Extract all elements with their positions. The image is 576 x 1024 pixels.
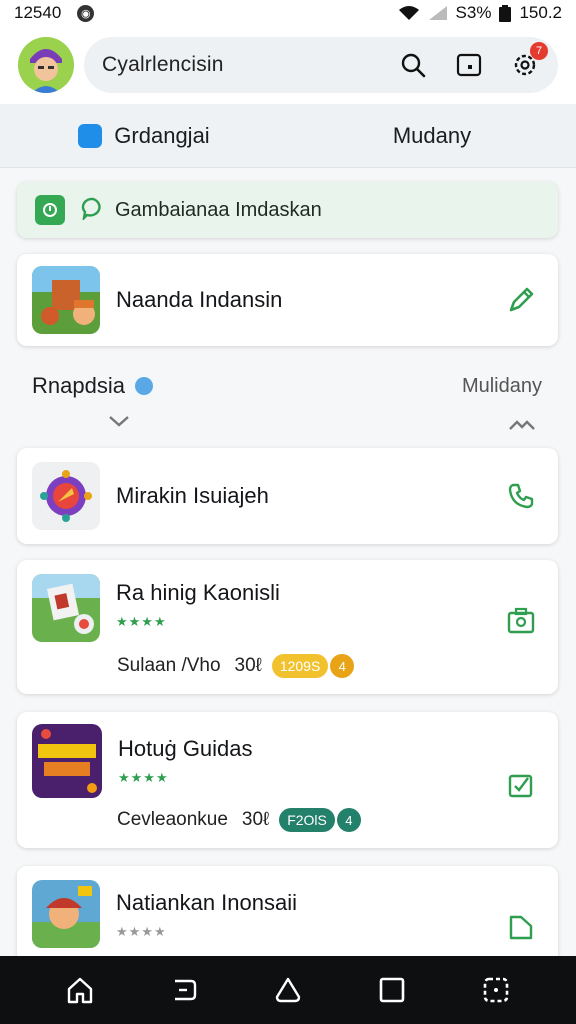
- cast-icon: [456, 53, 482, 77]
- shape-icon: [275, 977, 301, 1003]
- chevron-up-icon[interactable]: [508, 418, 536, 432]
- document-button[interactable]: [504, 910, 538, 944]
- battery-percent: S3%: [455, 3, 492, 22]
- call-button[interactable]: [504, 479, 538, 513]
- battery-icon: [499, 4, 512, 22]
- item-meta: Sulaan /Vho 30ℓ 1209S 4: [117, 654, 355, 678]
- item-title: Ra hinig Kaonisli: [116, 580, 280, 605]
- rating-stars: ★★★★: [116, 614, 167, 629]
- info-icon[interactable]: [134, 377, 153, 395]
- edit-check-icon: [508, 774, 533, 798]
- search-button[interactable]: [396, 48, 430, 82]
- status-clock-right: 150.2: [519, 3, 562, 22]
- chat-bubble-icon: [78, 123, 103, 148]
- document-icon: [509, 915, 533, 940]
- grid-icon: [483, 977, 509, 1003]
- section-header: Rnapdsia Mulidany: [32, 366, 542, 406]
- list-item[interactable]: Hotuġ Guidas ★★★★ Cevleaonkue 30ℓ F2OlS …: [17, 712, 558, 848]
- tab-mudany[interactable]: Mudany: [288, 104, 576, 167]
- search-icon: [401, 53, 426, 78]
- camera-button[interactable]: [504, 604, 538, 638]
- cast-button[interactable]: [452, 48, 486, 82]
- avatar[interactable]: [18, 37, 74, 93]
- signal-icon: [428, 6, 447, 20]
- search-bar[interactable]: Cyalrlencisin 7: [84, 37, 558, 93]
- home-icon: [67, 977, 93, 1004]
- banner-text: Gambaianaa Imdaskan: [115, 198, 322, 221]
- system-navigation-bar: [0, 956, 576, 1024]
- shield-icon: [35, 195, 65, 225]
- nav-recents-button[interactable]: [372, 970, 412, 1010]
- nav-shortcut-button[interactable]: [268, 970, 308, 1010]
- tab-bar: Grdangjai Mudany: [0, 104, 576, 168]
- square-icon: [379, 977, 405, 1003]
- list-item[interactable]: Ra hinig Kaonisli ★★★★ Sulaan /Vho 30ℓ 1…: [17, 560, 558, 694]
- item-title: Natiankan Inonsaii: [116, 890, 298, 915]
- status-right: S3% 150.2: [398, 3, 562, 23]
- item-meta-text: Cevleaonkue: [117, 809, 228, 830]
- rating-stars: ★★★★: [116, 924, 167, 939]
- status-bar: 12540 ◉ S3% 150.2: [0, 0, 576, 26]
- section-title: Rnapdsia: [32, 373, 125, 398]
- featured-card[interactable]: Naanda Indansin: [17, 254, 558, 346]
- featured-thumbnail: [32, 266, 100, 334]
- rating-stars: ★★★★: [118, 770, 169, 785]
- app-notification-icon: ◉: [77, 4, 95, 22]
- checklist-button[interactable]: [504, 768, 538, 802]
- edit-button[interactable]: [504, 283, 538, 317]
- back-icon: [175, 979, 197, 1001]
- item-title: Mirakin Isuiajeh: [116, 483, 269, 508]
- camera-icon: [507, 607, 535, 634]
- item-meta-text: Sulaan /Vho: [117, 655, 221, 676]
- status-badge: F2OlS: [279, 808, 335, 832]
- list-item[interactable]: Natiankan Inonsaii ★★★★: [17, 866, 558, 966]
- notification-badge: 7: [530, 42, 548, 60]
- nav-back-button[interactable]: [164, 970, 204, 1010]
- info-banner[interactable]: Gambaianaa Imdaskan: [17, 182, 558, 238]
- header-title: Cyalrlencisin: [102, 53, 224, 76]
- nav-home-button[interactable]: [60, 970, 100, 1010]
- chevron-down-icon[interactable]: [108, 414, 130, 428]
- phone-icon: [508, 483, 534, 509]
- status-badge: 1209S: [271, 654, 329, 678]
- item-title: Hotuġ Guidas: [118, 736, 253, 761]
- tab-grdangjai[interactable]: Grdangjai: [0, 104, 288, 167]
- app-header: Cyalrlencisin 7: [0, 26, 576, 104]
- item-percent: 30ℓ: [241, 809, 270, 830]
- item-percent: 30ℓ: [234, 655, 262, 676]
- count-badge: 4: [330, 654, 355, 678]
- status-time: 12540: [14, 3, 62, 22]
- item-meta: Cevleaonkue 30ℓ F2OlS 4: [117, 808, 361, 832]
- item-thumbnail: [32, 462, 100, 530]
- avatar-illustration: [18, 37, 74, 93]
- item-thumbnail: [32, 574, 100, 642]
- list-item[interactable]: Mirakin Isuiajeh: [17, 448, 558, 544]
- header-actions: 7: [396, 42, 548, 82]
- wifi-icon: [398, 6, 419, 20]
- settings-button[interactable]: 7: [508, 42, 548, 82]
- message-icon: [81, 196, 105, 225]
- pencil-icon: [509, 287, 534, 312]
- item-thumbnail: [32, 880, 100, 948]
- featured-title: Naanda Indansin: [116, 287, 283, 312]
- count-badge: 4: [336, 808, 361, 832]
- item-thumbnail: [32, 724, 102, 798]
- nav-apps-button[interactable]: [476, 970, 516, 1010]
- tab-label: Mudany: [392, 122, 472, 148]
- tab-label: Grdangjai: [114, 122, 210, 148]
- section-right-label[interactable]: Mulidany: [462, 375, 542, 398]
